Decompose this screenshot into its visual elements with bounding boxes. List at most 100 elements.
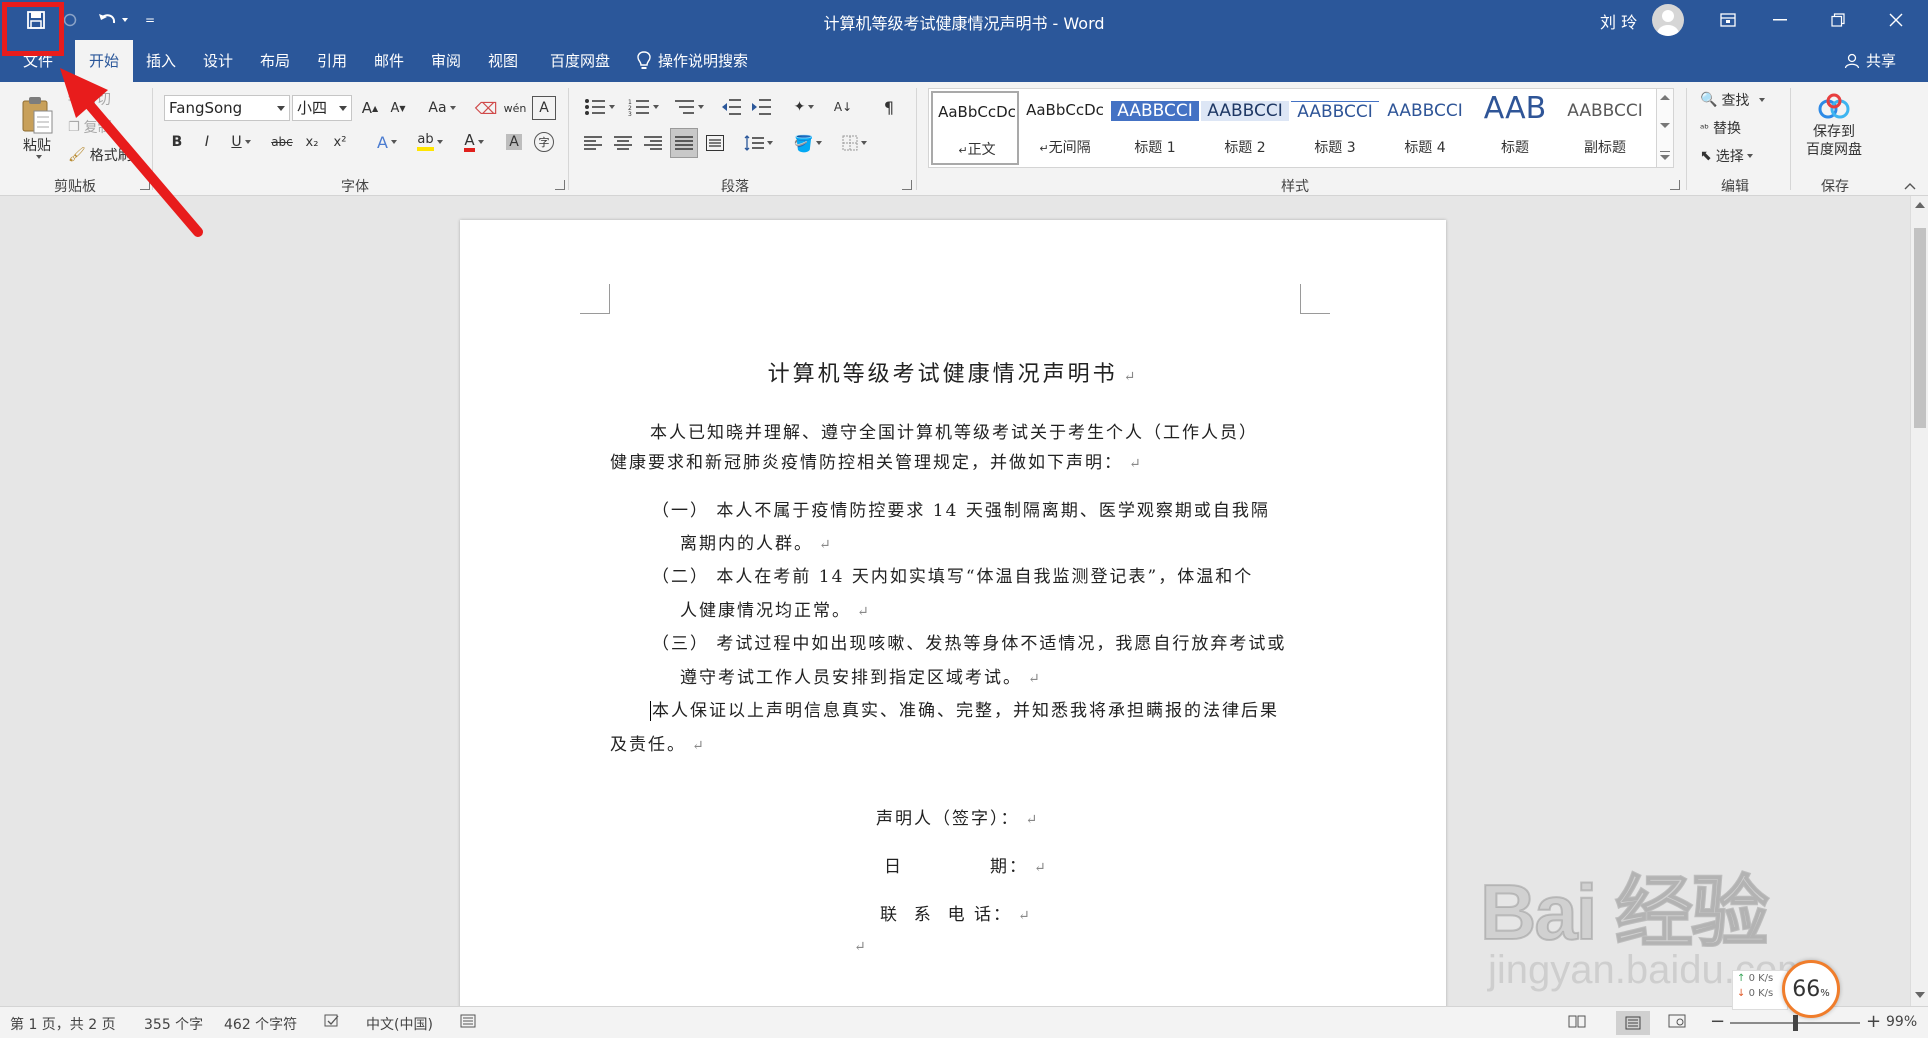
style-title[interactable]: AAB 标题 bbox=[1471, 91, 1559, 165]
page-indicator[interactable]: 第 1 页，共 2 页 bbox=[10, 1014, 116, 1034]
grow-font-icon: A bbox=[361, 99, 373, 117]
tab-mailings[interactable]: 邮件 bbox=[364, 40, 414, 82]
zoom-level[interactable]: 99% bbox=[1886, 1014, 1917, 1030]
usage-unit: % bbox=[1820, 987, 1830, 999]
change-case-button[interactable]: Aa bbox=[422, 96, 462, 120]
font-launcher[interactable] bbox=[555, 180, 565, 190]
intro-line-1: 本人已知晓并理解、遵守全国计算机等级考试关于考生个人（工作人员） bbox=[650, 423, 1258, 443]
scroll-up-icon[interactable] bbox=[1915, 202, 1925, 208]
character-shading-button[interactable]: A bbox=[502, 130, 526, 154]
download-speed: 0 K/s bbox=[1748, 988, 1774, 999]
scroll-down-icon[interactable] bbox=[1915, 992, 1925, 998]
scroll-thumb[interactable] bbox=[1914, 228, 1926, 428]
language-indicator[interactable]: 中文(中国) bbox=[366, 1014, 433, 1034]
network-speed-widget[interactable]: ↑ 0 K/s ↓ 0 K/s 66% bbox=[1732, 960, 1844, 1020]
distributed-button[interactable] bbox=[702, 130, 728, 156]
font-color-button[interactable]: A bbox=[456, 130, 492, 154]
style-heading-2[interactable]: AABBCCI 标题 2 bbox=[1201, 91, 1289, 165]
style-no-spacing[interactable]: AaBbCcDc ↵无间隔 bbox=[1021, 91, 1109, 165]
highlight-color-button[interactable]: ab bbox=[412, 130, 448, 154]
strikethrough-icon: abc bbox=[271, 135, 293, 149]
chinese-layout-button[interactable]: ✦ bbox=[786, 94, 822, 120]
empty-paragraph: ↵ bbox=[854, 939, 868, 955]
style-heading-4[interactable]: AABBCCI 标题 4 bbox=[1381, 91, 1469, 165]
replace-label: 替换 bbox=[1713, 121, 1742, 137]
align-right-button[interactable] bbox=[640, 130, 666, 156]
proofing-icon[interactable] bbox=[324, 1014, 340, 1032]
align-center-button[interactable] bbox=[610, 130, 636, 156]
superscript-button[interactable]: x² bbox=[328, 130, 352, 154]
share-button[interactable]: 共享 bbox=[1844, 40, 1896, 82]
decrease-indent-button[interactable] bbox=[718, 94, 744, 120]
tab-review[interactable]: 审阅 bbox=[421, 40, 471, 82]
macro-icon[interactable] bbox=[460, 1014, 476, 1032]
zoom-out-button[interactable]: − bbox=[1710, 1011, 1725, 1032]
paragraph-launcher[interactable] bbox=[902, 180, 912, 190]
signature-line: 声明人（签字）： ↵ bbox=[876, 809, 1040, 829]
styles-launcher[interactable] bbox=[1670, 180, 1680, 190]
restore-button[interactable] bbox=[1816, 0, 1860, 40]
style-normal[interactable]: AaBbCcDc ↵正文 bbox=[931, 91, 1019, 165]
replace-button[interactable]: ᵃᵇ 替换 bbox=[1700, 116, 1741, 140]
user-name[interactable]: 刘 玲 bbox=[1600, 9, 1637, 33]
numbering-button[interactable]: 123 bbox=[624, 94, 662, 120]
phonetic-guide-button[interactable]: wén bbox=[502, 96, 528, 120]
borders-button[interactable] bbox=[836, 130, 872, 156]
enclose-characters-button[interactable]: 字 bbox=[532, 130, 556, 154]
tab-references[interactable]: 引用 bbox=[307, 40, 357, 82]
phone-line: 联 系 电 话： ↵ bbox=[880, 905, 1032, 925]
shrink-font-button[interactable]: A ▼ bbox=[386, 96, 410, 120]
line-spacing-button[interactable] bbox=[740, 130, 776, 156]
tab-view[interactable]: 视图 bbox=[478, 40, 528, 82]
person-icon bbox=[1844, 53, 1860, 69]
justify-icon bbox=[675, 136, 693, 150]
sort-button[interactable]: A↓ bbox=[830, 94, 856, 120]
align-left-button[interactable] bbox=[580, 130, 606, 156]
style-subtitle[interactable]: AABBCCI 副标题 bbox=[1561, 91, 1649, 165]
close-button[interactable] bbox=[1874, 0, 1918, 40]
character-border-button[interactable]: A bbox=[532, 96, 556, 120]
strikethrough-button[interactable]: abc bbox=[268, 130, 296, 154]
style-preview: AABBCCI bbox=[1201, 101, 1289, 121]
avatar[interactable] bbox=[1652, 4, 1684, 36]
show-marks-button[interactable]: ¶ bbox=[876, 94, 902, 120]
bullets-button[interactable] bbox=[580, 94, 618, 120]
clear-formatting-button[interactable]: ⌫ bbox=[474, 96, 498, 120]
vertical-scrollbar[interactable] bbox=[1910, 196, 1928, 1006]
select-button[interactable]: ⬉ 选择 bbox=[1700, 144, 1753, 168]
shrink-font-icon: A bbox=[390, 100, 400, 116]
word-count[interactable]: 355 个字 bbox=[144, 1014, 203, 1034]
read-mode-icon[interactable] bbox=[1568, 1014, 1586, 1032]
style-heading-1[interactable]: AABBCCI 标题 1 bbox=[1111, 91, 1199, 165]
styles-gallery-scroll[interactable] bbox=[1656, 88, 1674, 168]
save-to-baidu-netdisk-button[interactable]: 保存到 百度网盘 bbox=[1796, 86, 1872, 166]
find-button[interactable]: 🔍 查找 bbox=[1700, 88, 1766, 112]
close-icon bbox=[1889, 13, 1903, 27]
tab-baidu-netdisk[interactable]: 百度网盘 bbox=[540, 40, 620, 82]
upload-speed: 0 K/s bbox=[1748, 973, 1774, 984]
search-icon: 🔍 bbox=[1700, 92, 1718, 108]
print-layout-icon[interactable] bbox=[1616, 1011, 1650, 1035]
minimize-button[interactable] bbox=[1758, 0, 1802, 40]
style-preview: AABBCCI bbox=[1291, 101, 1379, 122]
justify-button[interactable] bbox=[670, 128, 698, 158]
superscript-icon: x² bbox=[333, 134, 347, 150]
subscript-button[interactable]: x₂ bbox=[300, 130, 324, 154]
find-label: 查找 bbox=[1721, 93, 1750, 109]
zoom-in-button[interactable]: + bbox=[1866, 1011, 1881, 1032]
collapse-ribbon-button[interactable] bbox=[1900, 178, 1920, 194]
text-effects-button[interactable]: A bbox=[370, 130, 404, 154]
font-size-combo[interactable]: 小四 bbox=[292, 95, 352, 121]
font-group-label: 字体 bbox=[341, 179, 369, 195]
ribbon-home: 粘贴 ✂ 剪切 ❐ 复制 🖌 格式刷 剪贴板 FangSong 小四 A▲ A▼… bbox=[0, 82, 1928, 196]
shading-button[interactable]: 🪣 bbox=[790, 130, 826, 156]
character-count[interactable]: 462 个字符 bbox=[224, 1014, 297, 1034]
grow-font-button[interactable]: A ▲ bbox=[358, 96, 382, 120]
multilevel-list-button[interactable] bbox=[668, 94, 708, 120]
tell-me-search[interactable]: 操作说明搜索 bbox=[636, 40, 766, 82]
increase-indent-button[interactable] bbox=[748, 94, 774, 120]
web-layout-icon[interactable] bbox=[1668, 1014, 1686, 1032]
style-heading-3[interactable]: AABBCCI 标题 3 bbox=[1291, 91, 1379, 165]
ribbon-display-options-button[interactable] bbox=[1706, 0, 1750, 40]
document-page[interactable]: 计算机等级考试健康情况声明书 ↵ 本人已知晓并理解、遵守全国计算机等级考试关于考生… bbox=[460, 220, 1446, 1006]
